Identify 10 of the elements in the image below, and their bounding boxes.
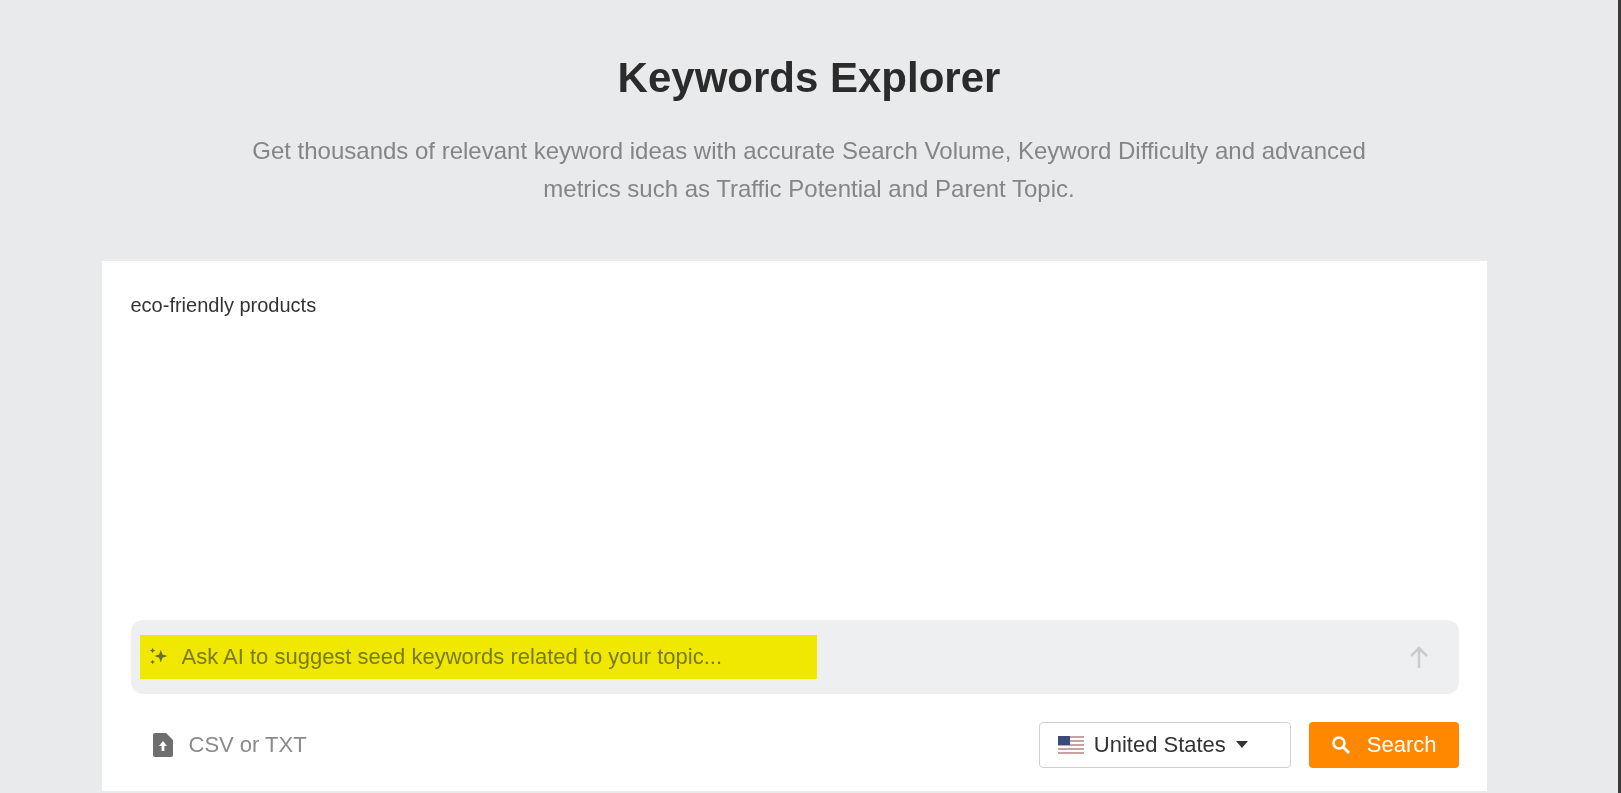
page-title: Keywords Explorer	[617, 54, 1001, 102]
flag-icon	[1057, 736, 1084, 754]
search-card[interactable]: eco-friendly products Ask AI to suggest seed keywords related to your topic... CSV or TXT United States Search	[101, 261, 1487, 791]
ai-prompt-field[interactable]: Ask AI to suggest seed keywords related to your topic...	[181, 644, 809, 670]
country-select[interactable]: United States	[1038, 722, 1291, 768]
search-icon	[1330, 735, 1351, 755]
page-description: Get thousands of relevant keyword ideas with accurate Search Volume, Keyword Difficulty and advanced metrics such as Traffic Potential and Parent Topic.	[251, 136, 1367, 204]
file-upload-icon	[152, 733, 173, 757]
highlighted-prompt-field[interactable]: Ask AI to suggest seed keywords related to your topic...	[139, 635, 817, 679]
caret-icon	[1235, 741, 1248, 749]
